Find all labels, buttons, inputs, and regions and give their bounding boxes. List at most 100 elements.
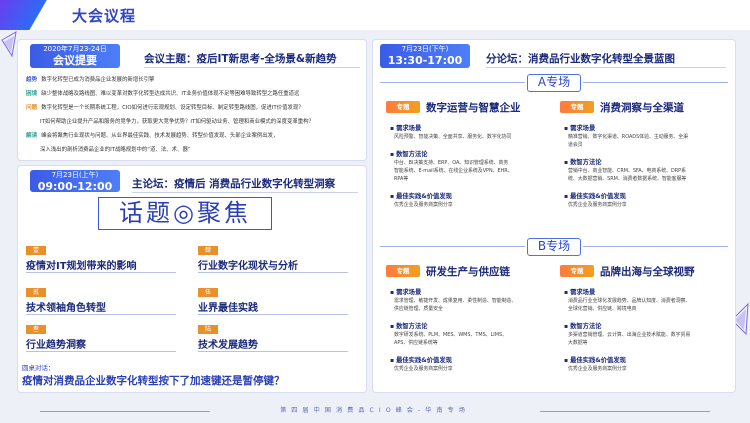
main-forum-date: 7月23日(上午) bbox=[51, 171, 99, 179]
topic-tag: 专题 bbox=[386, 265, 420, 277]
summary-date-badge: 2020年7月23-24日 会议提要 bbox=[30, 44, 120, 68]
summary-text: 缺少整体战略及路线图、难以变革对数字化转型达成共识、IT业务价值体现不足等困难导… bbox=[41, 91, 300, 97]
sub-forum-date-badge: 7月23日(下午) 13:30-17:00 bbox=[380, 44, 470, 68]
best-practice-heading: 最佳实践&价值发现 bbox=[390, 191, 452, 200]
topic-number-badge: 贰 bbox=[26, 288, 46, 297]
scene-text: 精准营销、数字化渠道、ROADS体验、主动服务、全渠 bbox=[568, 134, 689, 140]
zone-b-line-right bbox=[583, 246, 728, 247]
method-text: 多渠道营销管理、云计算、出海企业技术赋能、数字贸易 bbox=[568, 332, 691, 338]
topic-rule bbox=[198, 351, 348, 352]
main-forum-title: 主论坛：疫情后 消费品行业数字化转型洞察 bbox=[132, 178, 336, 190]
scene-text: 道会员 bbox=[568, 142, 583, 148]
best-practice-heading: 最佳实践&价值发现 bbox=[390, 355, 452, 364]
footer-line-right bbox=[540, 411, 710, 412]
summary-row: 解读 峰会将聚焦行业现状与问题、从业界最佳实践、技术发展趋势、转型价值发现、头部企… bbox=[26, 130, 278, 142]
scene-text: 全球化营销、供应链、跨境电商 bbox=[568, 306, 637, 312]
topic-tag: 专题 bbox=[560, 101, 594, 113]
summary-date: 2020年7月23-24日 bbox=[43, 45, 107, 53]
method-text: 数字研发系统、PLM、MES、WMS、TMS、LIMS、 bbox=[394, 332, 507, 338]
summary-time-label: 会议提要 bbox=[53, 54, 97, 67]
summary-row: 问题 数字化转型是一个长期系统工程，CIO如何进行宏观规划、设定转型目标、制定转型… bbox=[26, 102, 304, 114]
summary-text: 数字化转型已成为消费品企业发展的新增长引擎 bbox=[41, 77, 155, 83]
topic-label: 技术发展趋势 bbox=[198, 340, 258, 351]
topic-label: 行业趋势洞察 bbox=[26, 340, 86, 351]
method-text: 中台、BI决策支持、ERP、OA、知识管理系统、商务 bbox=[394, 160, 509, 166]
zone-a-line-right bbox=[583, 82, 728, 83]
best-practice-text: 优秀企业及服务商案例分享 bbox=[394, 366, 453, 372]
method-text: RPA等 bbox=[394, 176, 409, 182]
summary-text: 峰会将聚焦行业现状与问题、从业界最佳实践、技术发展趋势、转型价值发现、头部企业案… bbox=[41, 133, 279, 139]
best-practice-text: 优秀企业及服务商案例分享 bbox=[568, 202, 627, 208]
slide: 大会议程 2020年7月23-24日 会议提要 会议主题：疫后IT新思考-全场景… bbox=[0, 0, 750, 423]
theme-underline bbox=[144, 67, 360, 68]
footer-text: 第四届中国消费品CIO峰会-华南专场 bbox=[280, 407, 470, 414]
method-heading: 数智方法论 bbox=[564, 321, 601, 330]
summary-tag: 问题 bbox=[26, 105, 38, 111]
sub-forum-time: 13:30-17:00 bbox=[387, 54, 463, 67]
page-title: 大会议程 bbox=[72, 7, 137, 25]
scene-heading: 需求场景 bbox=[564, 123, 595, 132]
top-bar: 大会议程 bbox=[0, 0, 750, 30]
method-heading: 数智方法论 bbox=[564, 157, 601, 166]
method-heading: 数智方法论 bbox=[390, 321, 427, 330]
scene-text: 风险预警、智能决策、全面共享、服务化、数字化协同 bbox=[394, 134, 512, 140]
summary-row: 困境 缺少整体战略及路线图、难以变革对数字化转型达成共识、IT业务价值体现不足等困… bbox=[26, 88, 299, 100]
topic-rule bbox=[198, 272, 348, 273]
topic-banner: 话题◎聚焦 bbox=[119, 199, 251, 227]
best-practice-text: 优秀企业及服务商案例分享 bbox=[568, 366, 627, 372]
roundtable-question: 疫情对消费品企业数字化转型按下了加速键还是暂停键？ bbox=[22, 375, 285, 387]
summary-tag: 解读 bbox=[26, 133, 38, 139]
top-accent bbox=[0, 0, 60, 30]
best-practice-text: 优秀企业及服务商案例分享 bbox=[394, 202, 453, 208]
method-text: 统、大数据营销、SRM、消费者数据系统、智能客服等 bbox=[568, 176, 687, 182]
topic-number-badge: 陆 bbox=[198, 325, 218, 334]
sub-forum-date: 7月23日(下午) bbox=[401, 45, 449, 53]
sub-topic-title: 品牌出海与全球视野 bbox=[600, 266, 695, 278]
best-practice-heading: 最佳实践&价值发现 bbox=[564, 191, 626, 200]
zone-b-title: B专场 bbox=[527, 238, 581, 256]
sub-topic-title: 消费洞察与全渠道 bbox=[600, 102, 684, 114]
summary-tag: 困境 bbox=[26, 91, 38, 97]
best-practice-heading: 最佳实践&价值发现 bbox=[564, 355, 626, 364]
method-text: 营销中台、商业智能、CRM、SFA、电商系统、DRP系 bbox=[568, 168, 686, 174]
summary-text: 深入浅出的剖析消费品企业的IT战略规划中的“道、法、术、器” bbox=[40, 147, 191, 153]
roundtable: 圆桌对话： 疫情对消费品企业数字化转型按下了加速键还是暂停键？ bbox=[22, 362, 285, 388]
method-heading: 数智方法论 bbox=[390, 149, 427, 158]
sub-forum-title: 分论坛：消费品行业数字化转型全景蓝图 bbox=[486, 53, 675, 65]
scene-text: 消费品行业全球化发展趋势、品牌认知度、消费者洞察、 bbox=[568, 298, 691, 304]
topic-label: 疫情对IT规划带来的影响 bbox=[26, 261, 137, 272]
summary-text: IT如何帮助企业提升产品和服务的竞争力，获取更大竞争优势？IT如何驱动业务、管理… bbox=[40, 119, 314, 125]
main-forum-date-badge: 7月23日(上午) 09:00-12:00 bbox=[30, 170, 120, 193]
summary-row: IT如何帮助企业提升产品和服务的竞争力，获取更大竞争优势？IT如何驱动业务、管理… bbox=[40, 116, 314, 128]
footer: 第四届中国消费品CIO峰会-华南专场 bbox=[0, 400, 750, 423]
topic-number-badge: 伍 bbox=[198, 288, 218, 297]
scene-text: 需求管理、敏捷开发、成果复用、柔性制造、智能制造、 bbox=[394, 298, 517, 304]
topic-number-badge: 叁 bbox=[26, 325, 46, 334]
topic-rule bbox=[198, 314, 348, 315]
topic-rule bbox=[26, 314, 176, 315]
zone-a-line-left bbox=[380, 82, 525, 83]
zone-a-title: A专场 bbox=[527, 74, 581, 92]
sub-topic-title: 数字运营与智慧企业 bbox=[426, 102, 521, 114]
summary-text: 数字化转型是一个长期系统工程，CIO如何进行宏观规划、设定转型目标、制定转型路线… bbox=[41, 105, 304, 111]
summary-row: 趋势 数字化转型已成为消费品企业发展的新增长引擎 bbox=[26, 74, 154, 86]
topic-label: 技术领袖角色转型 bbox=[26, 303, 106, 314]
sub-topic-title: 研发生产与供应链 bbox=[426, 266, 510, 278]
topic-tag: 专题 bbox=[386, 101, 420, 113]
roundtable-label: 圆桌对话： bbox=[22, 364, 55, 372]
topic-number-badge: 壹 bbox=[26, 246, 46, 255]
method-text: 大数据等 bbox=[568, 340, 588, 346]
main-forum-underline bbox=[132, 192, 358, 193]
summary-row: 深入浅出的剖析消费品企业的IT战略规划中的“道、法、术、器” bbox=[40, 144, 191, 156]
scene-text: 供应链管理、质量安全 bbox=[394, 306, 443, 312]
topic-rule bbox=[26, 351, 176, 352]
footer-line-left bbox=[40, 411, 210, 412]
main-forum-time: 09:00-12:00 bbox=[37, 180, 113, 193]
summary-tag: 趋势 bbox=[26, 77, 38, 83]
topic-number-badge: 肆 bbox=[198, 246, 218, 255]
topic-tag: 专题 bbox=[560, 265, 594, 277]
topic-label: 业界最佳实践 bbox=[198, 303, 258, 314]
sub-forum-underline bbox=[486, 67, 726, 68]
method-text: 智能系统、E-mail系统、在线企业系统及VPN、EHR、 bbox=[394, 168, 513, 174]
zone-b-line-left bbox=[380, 246, 525, 247]
